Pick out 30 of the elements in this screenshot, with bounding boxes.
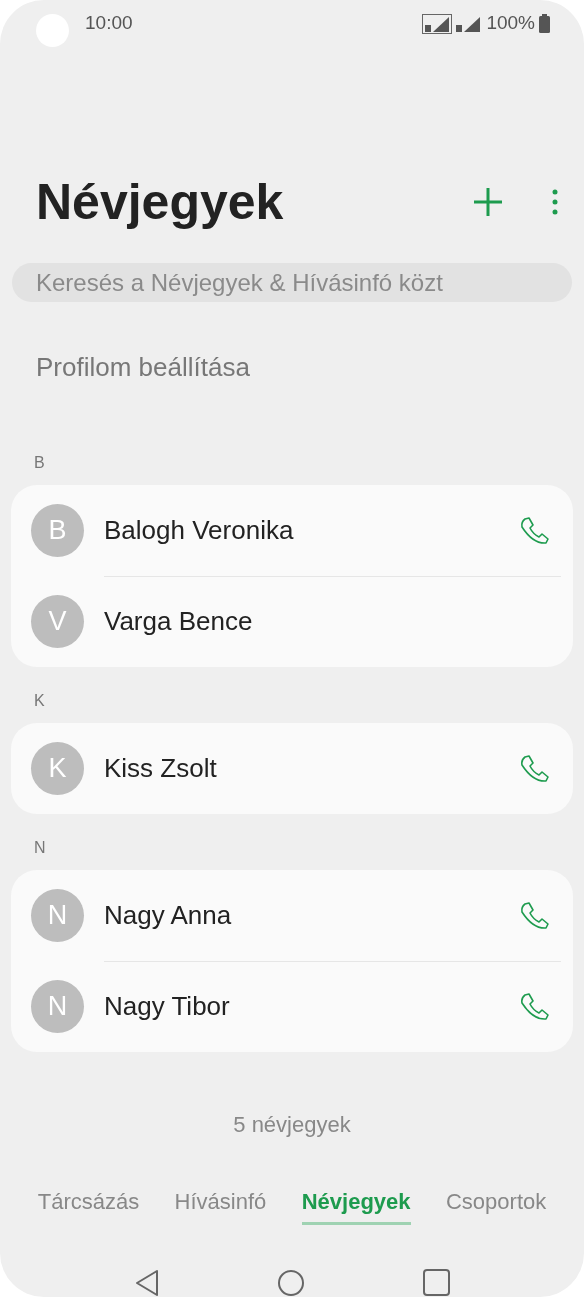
contact-name[interactable]: Varga Bence [104, 602, 549, 641]
back-icon[interactable] [134, 1269, 159, 1297]
contact-avatar: N [31, 980, 84, 1033]
phone-call-icon[interactable] [519, 516, 549, 545]
home-icon[interactable] [276, 1269, 305, 1297]
status-time: 10:00 [85, 11, 133, 36]
profile-setup-link[interactable]: Profilom beállítása [36, 348, 250, 387]
battery-level: 100% [486, 11, 535, 36]
contact-name[interactable]: Nagy Anna [104, 896, 519, 935]
battery-icon [539, 14, 550, 33]
sim-signal-icon [422, 13, 453, 34]
recents-icon[interactable] [422, 1269, 450, 1296]
section-letter: N [34, 838, 46, 858]
contact-avatar: K [31, 742, 84, 795]
section-letter: B [34, 453, 45, 473]
contact-name[interactable]: Kiss Zsolt [104, 749, 519, 788]
search-field[interactable]: Keresés a Névjegyek & Hívásinfó közt [12, 263, 572, 302]
page-title: Névjegyek [36, 177, 284, 227]
contact-name[interactable]: Balogh Veronika [104, 511, 519, 550]
contact-avatar: B [31, 504, 84, 557]
contact-count: 5 névjegyek [233, 1111, 351, 1139]
phone-call-icon[interactable] [519, 754, 549, 783]
add-icon[interactable] [472, 186, 504, 218]
contact-name[interactable]: Nagy Tibor [104, 987, 519, 1026]
contact-avatar: V [31, 595, 84, 648]
phone-call-icon[interactable] [519, 992, 549, 1021]
more-options-icon[interactable] [552, 189, 558, 215]
phone-call-icon[interactable] [519, 901, 549, 930]
contact-avatar: N [31, 889, 84, 942]
section-letter: K [34, 691, 45, 711]
